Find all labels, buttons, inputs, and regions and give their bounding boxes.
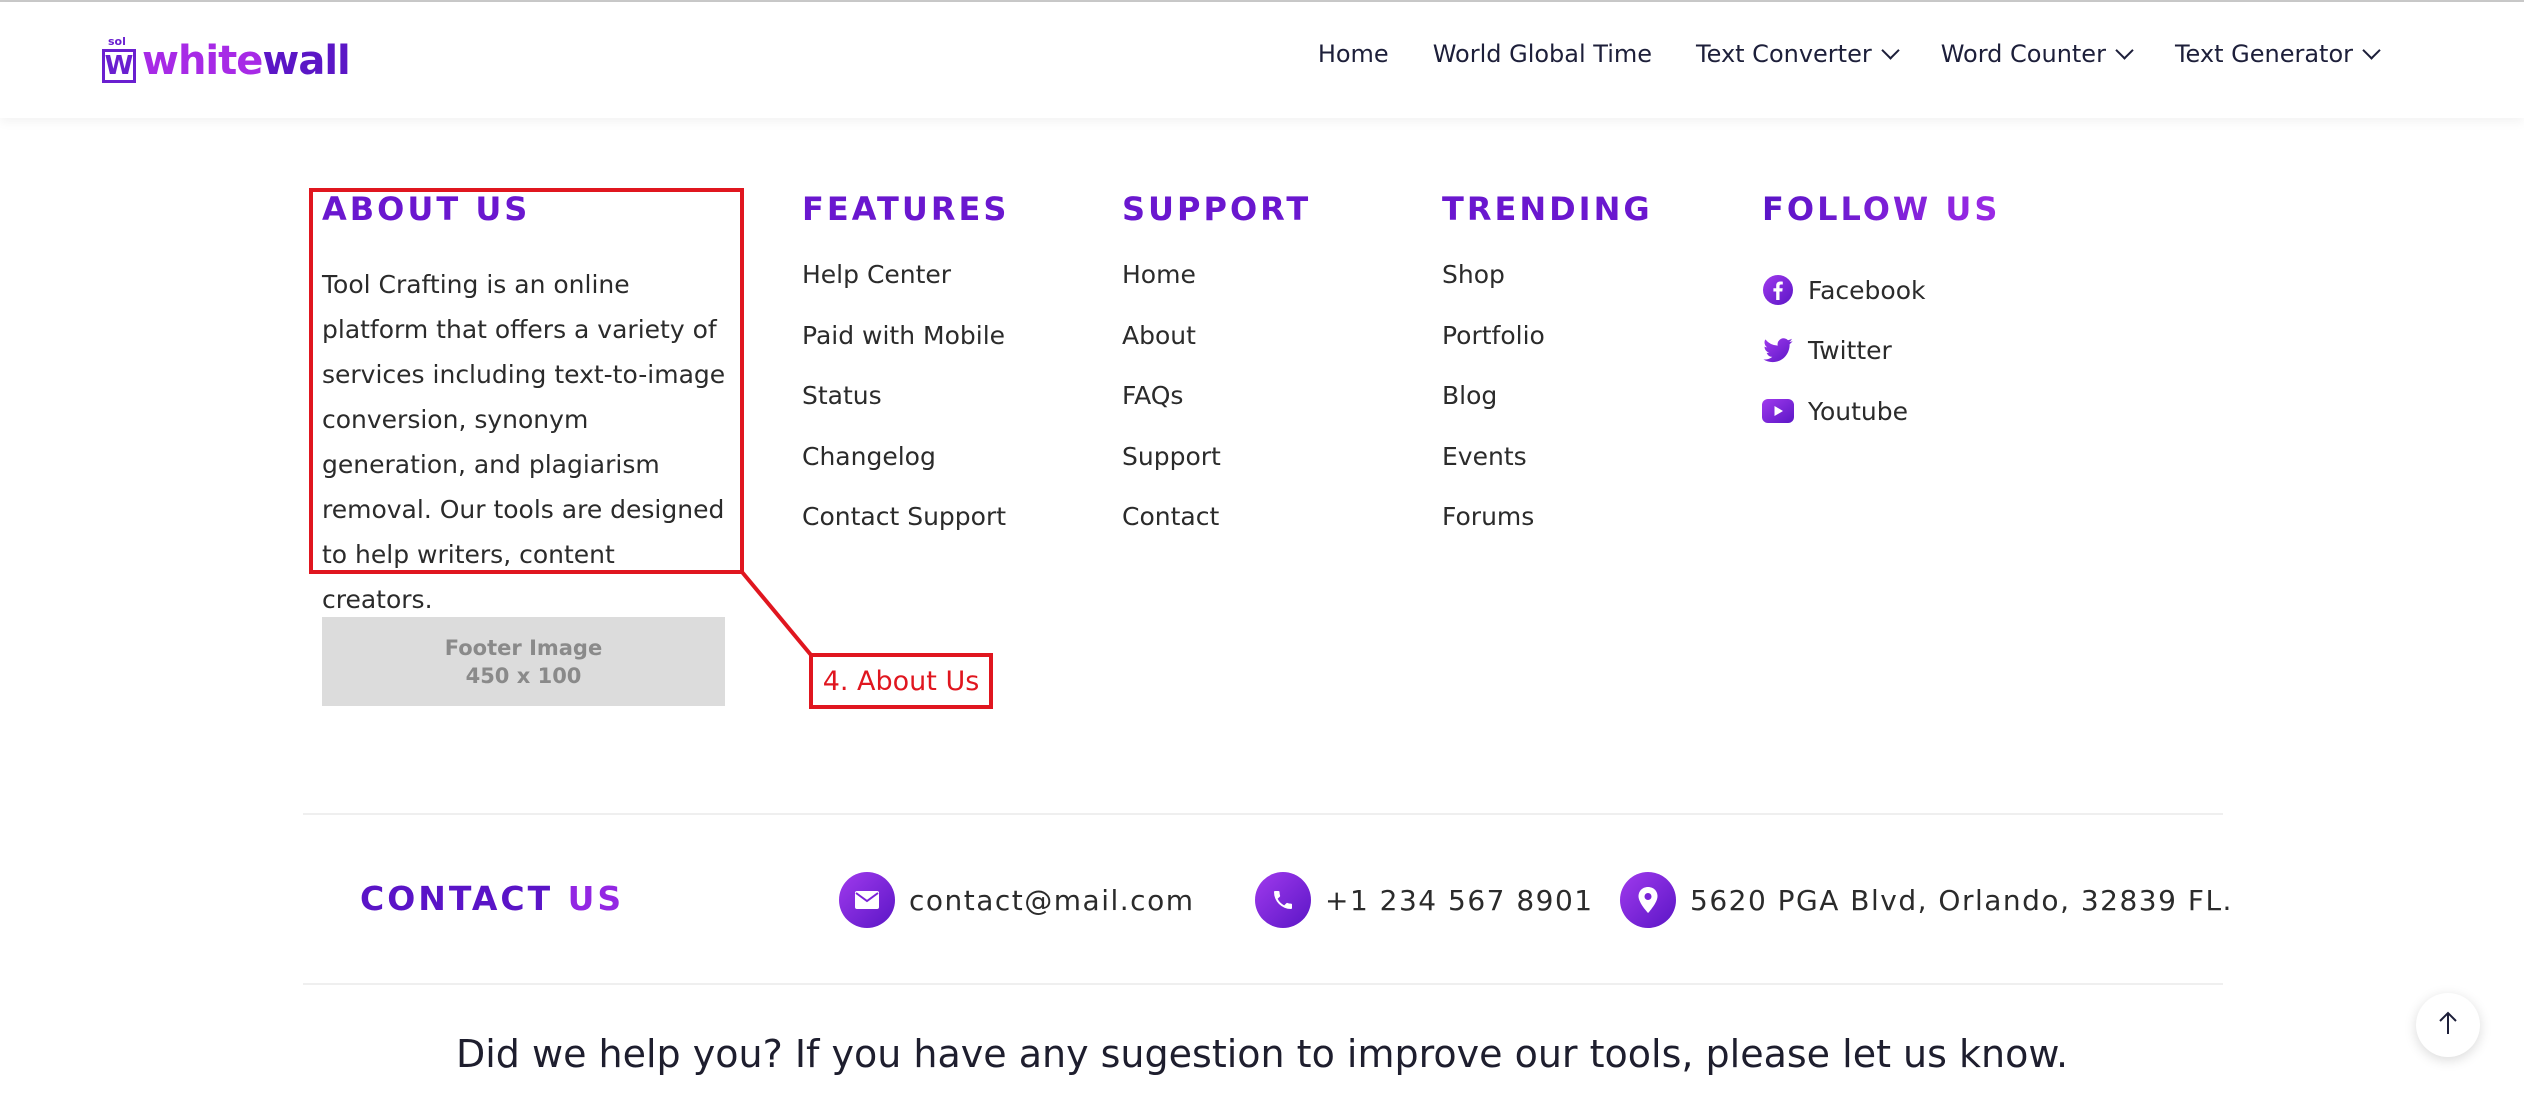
support-title: SUPPORT — [1122, 190, 1312, 228]
social-links: Facebook Twitter Youtube — [1762, 260, 2000, 442]
support-links: Home About FAQs Support Contact — [1122, 260, 1311, 563]
logo-text-wall: wall — [262, 38, 350, 84]
footer-link-home[interactable]: Home — [1122, 260, 1311, 321]
divider-bottom — [303, 983, 2223, 985]
facebook-icon — [1762, 274, 1794, 306]
site-header: sol W whitewall Home World Global Time T… — [0, 2, 2524, 118]
social-link-youtube[interactable]: Youtube — [1762, 381, 2000, 442]
features-links: Help Center Paid with Mobile Status Chan… — [802, 260, 1009, 563]
footer-follow-column: FOLLOW US Facebook Twitter Youtube — [1762, 190, 2000, 442]
footer-link-changelog[interactable]: Changelog — [802, 442, 1009, 503]
contact-address[interactable]: 5620 PGA Blvd, Orlando, 32839 FL. — [1620, 872, 2233, 928]
nav-text-generator[interactable]: Text Generator — [2174, 40, 2381, 68]
footer-link-portfolio[interactable]: Portfolio — [1442, 321, 1653, 382]
contact-phone-text: +1 234 567 8901 — [1325, 883, 1594, 917]
nav-label: World Global Time — [1432, 40, 1653, 68]
location-pin-icon — [1620, 872, 1676, 928]
footer-link-help-center[interactable]: Help Center — [802, 260, 1009, 321]
contact-address-text: 5620 PGA Blvd, Orlando, 32839 FL. — [1690, 883, 2233, 917]
footer-link-events[interactable]: Events — [1442, 442, 1653, 503]
phone-icon — [1255, 872, 1311, 928]
envelope-icon — [839, 872, 895, 928]
nav-word-counter[interactable]: Word Counter — [1940, 40, 2134, 68]
social-label: Youtube — [1808, 396, 1908, 426]
follow-title: FOLLOW US — [1762, 190, 2001, 228]
brand-logo[interactable]: sol W whitewall — [102, 35, 351, 86]
social-label: Facebook — [1808, 275, 1926, 305]
twitter-icon — [1762, 335, 1794, 367]
scroll-to-top-button[interactable] — [2416, 993, 2480, 1057]
social-link-facebook[interactable]: Facebook — [1762, 260, 2000, 321]
footer-support-column: SUPPORT Home About FAQs Support Contact — [1122, 190, 1311, 563]
footer-link-support[interactable]: Support — [1122, 442, 1311, 503]
nav-label: Home — [1317, 40, 1389, 68]
annotation-label: 4. About Us — [809, 653, 993, 709]
footer-image-placeholder: Footer Image 450 x 100 — [322, 617, 725, 706]
footer-link-contact-support[interactable]: Contact Support — [802, 502, 1009, 563]
nav-label: Text Generator — [2174, 40, 2353, 68]
logo-text-white: white — [142, 38, 263, 84]
footer-image-label: Footer Image — [444, 635, 603, 660]
main-nav: Home World Global Time Text Converter Wo… — [1318, 40, 2381, 68]
footer-link-contact[interactable]: Contact — [1122, 502, 1311, 563]
contact-title-part1: CONTACT — [360, 879, 554, 918]
footer-link-paid-with-mobile[interactable]: Paid with Mobile — [802, 321, 1009, 382]
nav-label: Text Converter — [1696, 40, 1872, 68]
trending-links: Shop Portfolio Blog Events Forums — [1442, 260, 1653, 563]
footer-image-size: 450 x 100 — [465, 663, 582, 688]
footer-link-forums[interactable]: Forums — [1442, 502, 1653, 563]
social-label: Twitter — [1808, 336, 1892, 366]
arrow-up-icon — [2437, 1010, 2459, 1040]
footer-link-shop[interactable]: Shop — [1442, 260, 1653, 321]
footer-link-blog[interactable]: Blog — [1442, 381, 1653, 442]
nav-label: Word Counter — [1940, 40, 2106, 68]
logo-w-box: W — [102, 49, 136, 83]
contact-email[interactable]: contact@mail.com — [839, 872, 1194, 928]
footer-link-status[interactable]: Status — [802, 381, 1009, 442]
nav-text-converter[interactable]: Text Converter — [1696, 40, 1900, 68]
nav-world-global-time[interactable]: World Global Time — [1433, 40, 1652, 68]
footer-trending-column: TRENDING Shop Portfolio Blog Events Foru… — [1442, 190, 1653, 563]
logo-mark: sol W — [102, 35, 138, 83]
social-link-twitter[interactable]: Twitter — [1762, 321, 2000, 382]
footer-features-column: FEATURES Help Center Paid with Mobile St… — [802, 190, 1009, 563]
contact-phone[interactable]: +1 234 567 8901 — [1255, 872, 1594, 928]
logo-sol: sol — [108, 35, 126, 48]
logo-text: whitewall — [142, 38, 351, 84]
annotation-highlight-box — [309, 188, 744, 574]
features-title: FEATURES — [802, 190, 1010, 228]
footer-link-faqs[interactable]: FAQs — [1122, 381, 1311, 442]
trending-title: TRENDING — [1442, 190, 1653, 228]
contact-email-text: contact@mail.com — [909, 883, 1195, 917]
chevron-down-icon — [1881, 40, 1900, 60]
contact-title: CONTACT US — [360, 879, 624, 918]
youtube-icon — [1762, 395, 1794, 427]
divider-top — [303, 813, 2223, 815]
chevron-down-icon — [2362, 40, 2381, 60]
contact-title-part2: US — [567, 879, 625, 918]
feedback-prompt: Did we help you? If you have any sugesti… — [455, 1032, 2069, 1076]
chevron-down-icon — [2115, 40, 2134, 60]
nav-home[interactable]: Home — [1318, 40, 1389, 68]
footer-link-about[interactable]: About — [1122, 321, 1311, 382]
